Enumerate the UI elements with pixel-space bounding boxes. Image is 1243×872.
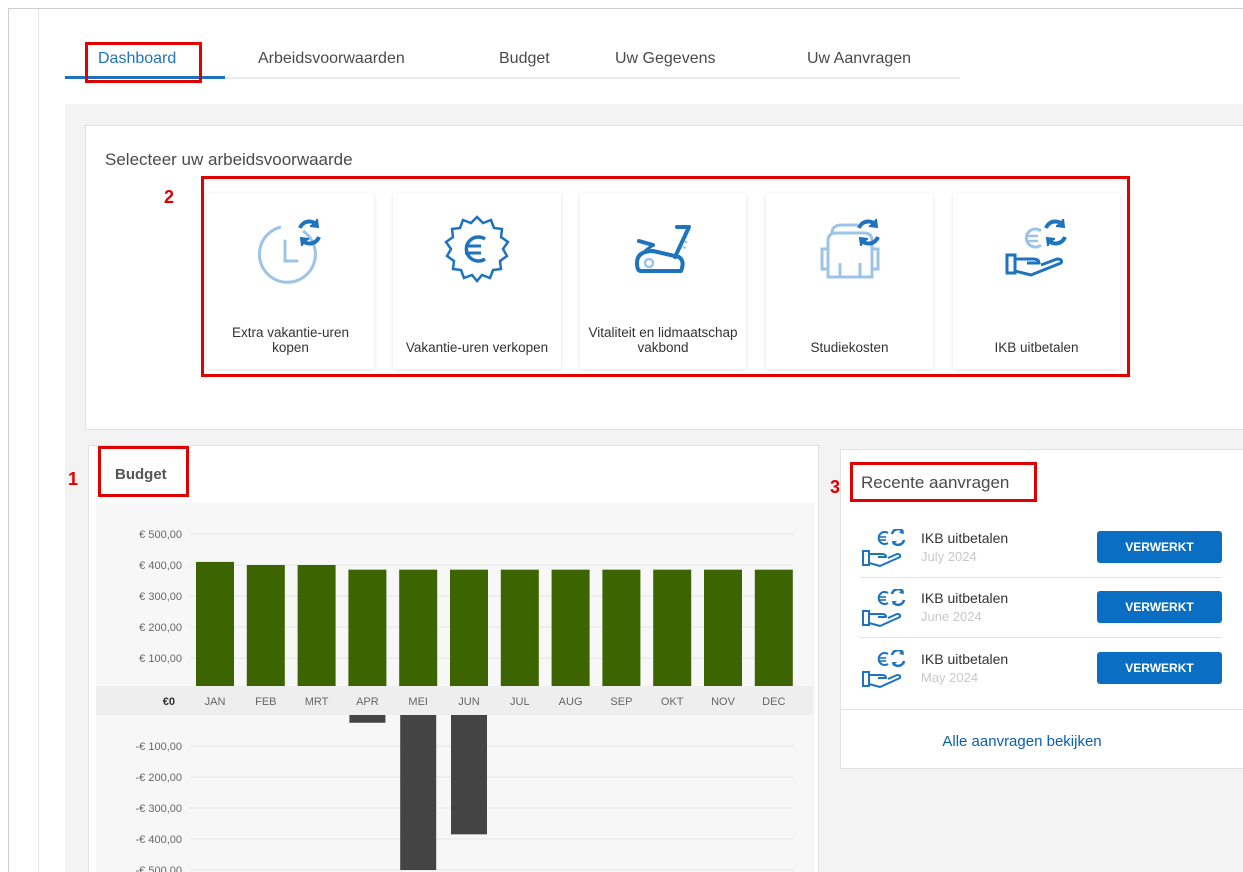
positive-bar xyxy=(754,569,793,686)
y-tick-label: € 500,00 xyxy=(139,529,182,541)
request-date: May 2024 xyxy=(921,670,979,685)
tile-vakantie-uren-verkopen[interactable]: Vakantie-uren verkopen xyxy=(393,193,561,369)
y-tick-label: € 400,00 xyxy=(139,560,182,572)
row-divider xyxy=(860,577,1222,578)
x-tick-label: FEB xyxy=(255,696,276,708)
tab-dashboard[interactable]: Dashboard xyxy=(98,50,176,68)
request-row: IKB uitbetalen May 2024 VERWERKT xyxy=(860,650,1222,710)
y-tick-label: -€ 300,00 xyxy=(136,803,182,815)
recent-footer-divider xyxy=(840,709,1243,710)
request-row: IKB uitbetalen July 2024 VERWERKT xyxy=(860,529,1222,589)
y-tick-label: -€ 100,00 xyxy=(136,741,182,753)
y-tick-label: -€ 400,00 xyxy=(136,834,182,846)
tab-budget[interactable]: Budget xyxy=(499,50,550,68)
tab-arbeidsvoorwaarden[interactable]: Arbeidsvoorwaarden xyxy=(258,50,405,68)
negative-bar xyxy=(349,715,386,723)
budget-title: Budget xyxy=(115,466,167,483)
positive-bar xyxy=(653,569,692,686)
tile-label: Vitaliteit en lidmaatschap vakbond xyxy=(588,325,738,355)
positive-bar xyxy=(551,569,590,686)
x-tick-label: SEP xyxy=(610,696,632,708)
recent-requests-title: Recente aanvragen xyxy=(861,473,1010,492)
hand-euro-refresh-icon xyxy=(862,650,906,688)
budget-chart: € 500,00 € 400,00 € 300,00 € 200,00 € 100,00… xyxy=(96,529,813,872)
negative-bar xyxy=(400,715,437,870)
tile-label: Extra vakantie-uren kopen xyxy=(231,325,350,355)
y-tick-label: € 100,00 xyxy=(139,653,182,665)
x-tick-label: JUN xyxy=(458,696,479,708)
hand-euro-refresh-icon xyxy=(1005,218,1067,277)
exercise-bike-icon xyxy=(635,225,691,273)
request-row: IKB uitbetalen June 2024 VERWERKT xyxy=(860,589,1222,649)
request-date: June 2024 xyxy=(921,609,982,624)
request-name: IKB uitbetalen xyxy=(921,651,1009,667)
tab-bar: Dashboard Arbeidsvoorwaarden Budget Uw G… xyxy=(65,44,960,80)
select-panel-title: Selecteer uw arbeidsvoorwaarde xyxy=(105,150,353,169)
request-name: IKB uitbetalen xyxy=(921,530,1009,546)
tile-label: IKB uitbetalen xyxy=(994,340,1079,355)
request-name: IKB uitbetalen xyxy=(921,590,1009,606)
euro-badge-icon xyxy=(444,215,510,283)
positive-bar xyxy=(348,569,387,686)
zero-axis-band xyxy=(96,686,813,715)
x-tick-label: MRT xyxy=(305,696,329,708)
negative-bar xyxy=(451,715,487,835)
status-verwerkt-button[interactable]: VERWERKT xyxy=(1097,531,1222,563)
tile-label: Vakantie-uren verkopen xyxy=(405,340,549,355)
status-verwerkt-button[interactable]: VERWERKT xyxy=(1097,591,1222,623)
positive-bar xyxy=(246,565,285,686)
hand-euro-refresh-icon xyxy=(862,529,906,567)
x-tick-label: NOV xyxy=(711,696,736,708)
window-top-border xyxy=(8,8,1243,9)
view-all-requests-link[interactable]: Alle aanvragen bekijken xyxy=(840,733,1204,750)
tab-uw-aanvragen[interactable]: Uw Aanvragen xyxy=(807,50,911,68)
y-tick-label: € 200,00 xyxy=(139,622,182,634)
row-divider xyxy=(860,637,1222,638)
x-tick-label: JAN xyxy=(205,696,226,708)
y-tick-label: -€ 200,00 xyxy=(136,772,182,784)
tab-uw-gegevens[interactable]: Uw Gegevens xyxy=(615,50,716,68)
positive-bar xyxy=(500,569,539,686)
tile-vitaliteit-vakbond[interactable]: Vitaliteit en lidmaatschap vakbond xyxy=(580,193,746,369)
window-left-border xyxy=(8,8,9,872)
positive-bar xyxy=(450,569,488,686)
positive-bar xyxy=(196,561,234,686)
x-tick-label: JUL xyxy=(510,696,530,708)
annotation-number: 2 xyxy=(164,187,175,207)
annotation-number: 1 xyxy=(68,469,79,489)
tile-extra-vakantie-uren[interactable]: Extra vakantie-uren kopen xyxy=(207,193,374,369)
x-tick-label: APR xyxy=(356,696,379,708)
hand-euro-refresh-icon xyxy=(862,589,906,627)
y-tick-label: € 300,00 xyxy=(139,591,182,603)
status-verwerkt-button[interactable]: VERWERKT xyxy=(1097,652,1222,684)
x-tick-label: AUG xyxy=(559,696,583,708)
content-left-border xyxy=(38,9,39,872)
x-tick-label: MEI xyxy=(408,696,428,708)
tile-studiekosten[interactable]: Studiekosten xyxy=(766,193,933,369)
x-tick-label: DEC xyxy=(762,696,785,708)
tile-label: Studiekosten xyxy=(810,340,889,355)
positive-bar xyxy=(297,565,336,686)
x-tick-label: OKT xyxy=(661,696,684,708)
request-date: July 2024 xyxy=(921,549,977,564)
clock-refresh-icon xyxy=(257,218,321,284)
zero-label: €0 xyxy=(163,696,175,708)
positive-bar xyxy=(399,569,438,686)
backpack-refresh-icon xyxy=(820,218,880,279)
tile-ikb-uitbetalen[interactable]: IKB uitbetalen xyxy=(953,193,1120,369)
annotation-number: 3 xyxy=(830,477,841,497)
y-tick-label: -€ 500,00 xyxy=(136,865,182,872)
positive-bar xyxy=(602,569,641,686)
positive-bar xyxy=(704,569,742,686)
